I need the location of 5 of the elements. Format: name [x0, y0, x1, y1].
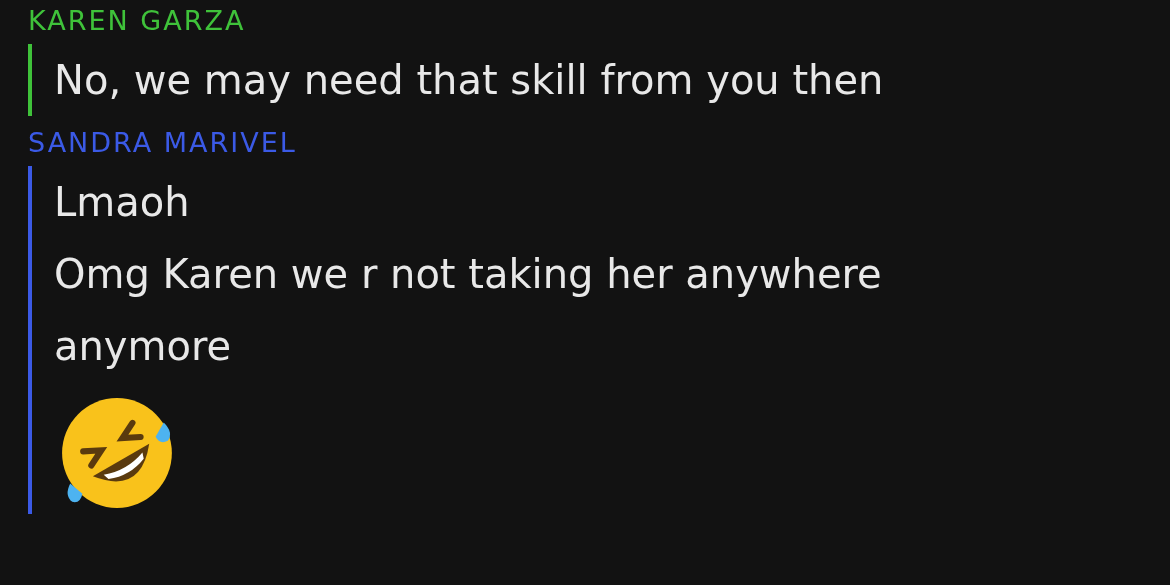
sender-name: SANDRA MARIVEL: [28, 126, 298, 160]
sender-name: KAREN GARZA: [28, 4, 247, 38]
message-text: No, we may need that skill from you then: [54, 56, 885, 105]
message-text: Omg Karen we r not taking her anywhere anymore: [54, 250, 883, 371]
message-text: Lmaoh: [54, 178, 191, 227]
